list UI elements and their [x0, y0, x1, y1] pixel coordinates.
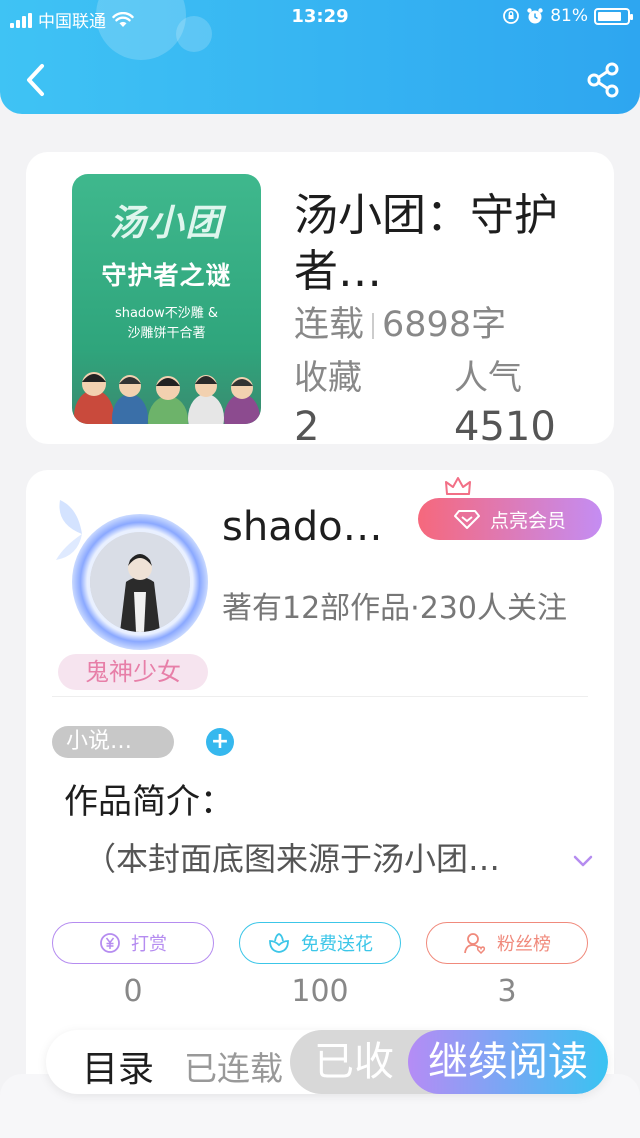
popularity-value: 4510	[454, 404, 556, 444]
catalog-tab[interactable]: 目录	[82, 1040, 154, 1092]
word-count: 6898字	[382, 305, 507, 345]
add-tag-button[interactable]: +	[206, 728, 234, 756]
author-name[interactable]: shado…	[222, 504, 383, 550]
chevron-down-icon[interactable]	[572, 854, 594, 868]
fan-ranking-button[interactable]: 粉丝榜	[426, 922, 588, 964]
battery-icon	[594, 7, 633, 25]
intro-heading: 作品简介：	[64, 782, 234, 822]
book-cover[interactable]: 汤小团 守护者之谜 shadow不沙雕 & 沙雕饼干合著	[72, 174, 261, 424]
alarm-icon	[527, 8, 543, 24]
popularity-label: 人气	[454, 358, 522, 398]
flower-icon	[269, 933, 289, 953]
fans-icon	[464, 933, 486, 954]
top-header: 中国联通 13:29 81%	[0, 0, 640, 114]
cover-authors-line2: 沙雕饼干合著	[127, 326, 206, 341]
book-title: 汤小团：守护者…	[294, 190, 558, 297]
avatar-title-badge: 鬼神少女	[58, 654, 208, 690]
send-flower-label: 免费送花	[301, 934, 373, 955]
flower-count: 100	[291, 974, 349, 1009]
serial-status: 连载	[294, 305, 365, 345]
genre-tag[interactable]: 小说…	[52, 726, 174, 758]
book-detail-card: 鬼神少女 shado… 点亮会员 著有12部作品·230人关注 小说… + 作品…	[26, 470, 614, 1120]
intro-text: （本封面底图来源于汤小团…	[84, 840, 501, 878]
favorites-value: 2	[294, 404, 320, 444]
serial-status-tab[interactable]: 已连载	[184, 1042, 283, 1090]
cover-authors: shadow不沙雕 & 沙雕饼干合著	[72, 304, 261, 344]
tip-button[interactable]: 打赏	[52, 922, 214, 964]
orientation-lock-icon	[503, 8, 520, 24]
vip-button-label: 点亮会员	[489, 509, 566, 532]
share-icon[interactable]	[586, 62, 620, 98]
serial-status-row: 连载 6898字	[294, 296, 506, 347]
favorites-label: 收藏	[294, 358, 362, 398]
author-avatar[interactable]: 鬼神少女	[52, 494, 216, 694]
status-bar: 中国联通 13:29 81%	[0, 0, 640, 34]
battery-percent: 81%	[550, 6, 588, 26]
book-summary-card: 汤小团 守护者之谜 shadow不沙雕 & 沙雕饼干合著 汤小团：守护者… 连载…	[26, 152, 614, 444]
section-divider	[52, 696, 588, 697]
crown-icon	[445, 477, 471, 495]
diamond-icon	[453, 510, 480, 529]
fan-count: 3	[497, 974, 517, 1009]
bottom-action-bar: 目录 已连载 已收 继续阅读	[46, 1030, 608, 1094]
tip-count: 0	[123, 974, 143, 1009]
vip-membership-button[interactable]: 点亮会员	[418, 498, 602, 540]
cover-title-line1: 汤小团	[109, 202, 224, 244]
cover-title-line2: 守护者之谜	[101, 261, 232, 290]
yuan-coin-icon	[100, 933, 120, 953]
tip-label: 打赏	[131, 934, 167, 955]
stat-divider	[372, 313, 375, 339]
avatar-image	[90, 532, 190, 632]
send-flower-button[interactable]: 免费送花	[239, 922, 401, 964]
cover-characters-illustration	[74, 372, 260, 424]
cover-authors-line1: shadow不沙雕 &	[114, 306, 219, 321]
fan-ranking-label: 粉丝榜	[497, 934, 551, 955]
back-arrow-icon[interactable]	[20, 60, 52, 100]
author-stats: 著有12部作品·230人关注	[222, 591, 567, 626]
continue-reading-button[interactable]: 继续阅读	[408, 1030, 608, 1094]
